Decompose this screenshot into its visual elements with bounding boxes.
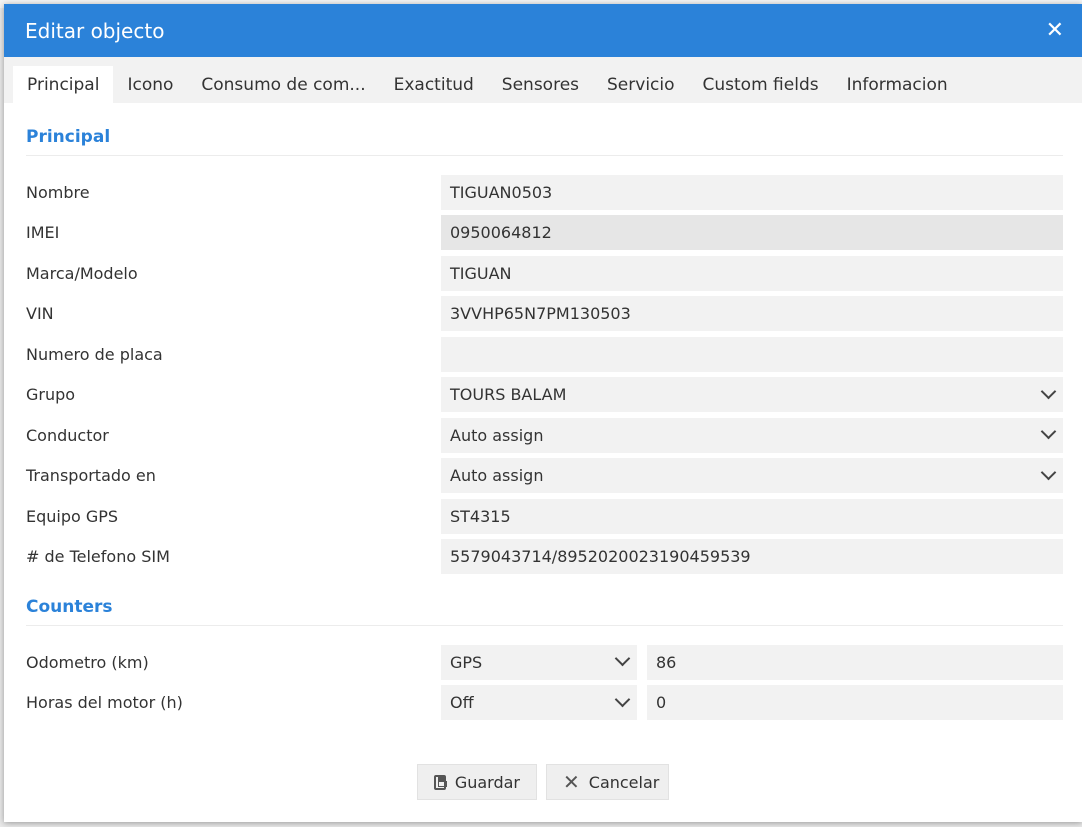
equipo-gps-input[interactable]: ST4315 xyxy=(441,498,1063,534)
odometro-source-value: GPS xyxy=(450,652,483,672)
tab-custom-fields[interactable]: Custom fields xyxy=(689,66,833,103)
section-title-principal: Principal xyxy=(26,103,1063,156)
save-icon xyxy=(434,774,447,790)
principal-fields: Nombre TIGUAN0503 IMEI 0950064812 Marca/… xyxy=(26,156,1063,577)
close-icon: ✕ xyxy=(563,770,580,794)
grupo-label: Grupo xyxy=(26,385,76,405)
form-row-grupo: Grupo TOURS BALAM xyxy=(26,375,1063,416)
horas-motor-label: Horas del motor (h) xyxy=(26,693,183,713)
equipo-gps-label: Equipo GPS xyxy=(26,506,119,526)
conductor-value: Auto assign xyxy=(450,425,544,445)
form-row-conductor: Conductor Auto assign xyxy=(26,415,1063,456)
odometro-source-select[interactable]: GPS xyxy=(441,644,637,680)
marca-modelo-label: Marca/Modelo xyxy=(26,263,138,283)
grupo-select[interactable]: TOURS BALAM xyxy=(441,377,1063,413)
chevron-down-icon xyxy=(1041,426,1055,440)
transportado-value: Auto assign xyxy=(450,466,544,486)
save-button-label: Guardar xyxy=(454,772,520,792)
tab-consumo[interactable]: Consumo de com... xyxy=(187,66,379,103)
vin-input[interactable]: 3VVHP65N7PM130503 xyxy=(441,296,1063,332)
form-row-marca-modelo: Marca/Modelo TIGUAN xyxy=(26,253,1063,294)
dialog-header: Editar objecto ✕ xyxy=(4,4,1082,57)
numero-placa-label: Numero de placa xyxy=(26,344,163,364)
marca-modelo-input[interactable]: TIGUAN xyxy=(441,255,1063,291)
form-row-equipo-gps: Equipo GPS ST4315 xyxy=(26,496,1063,537)
edit-object-dialog: Editar objecto ✕ Principal Icono Consumo… xyxy=(4,4,1082,822)
cancel-button[interactable]: ✕ Cancelar xyxy=(546,764,669,800)
telefono-sim-input[interactable]: 5579043714/8952020023190459539 xyxy=(441,539,1063,575)
counters-fields: Odometro (km) GPS 86 Horas del motor (h)… xyxy=(26,626,1063,723)
chevron-down-icon xyxy=(1041,467,1055,481)
tab-sensores[interactable]: Sensores xyxy=(488,66,593,103)
close-icon[interactable]: ✕ xyxy=(1046,19,1064,42)
section-title-counters: Counters xyxy=(26,577,1063,626)
form-row-horas-motor: Horas del motor (h) Off 0 xyxy=(26,683,1063,724)
horas-motor-controls: Off 0 xyxy=(441,685,1063,721)
form-row-telefono-sim: # de Telefono SIM 5579043714/89520200231… xyxy=(26,537,1063,578)
cancel-button-label: Cancelar xyxy=(588,772,660,792)
conductor-label: Conductor xyxy=(26,425,109,445)
odometro-input[interactable]: 86 xyxy=(647,644,1063,680)
form-row-nombre: Nombre TIGUAN0503 xyxy=(26,172,1063,213)
tab-principal[interactable]: Principal xyxy=(13,66,114,103)
tab-informacion[interactable]: Informacion xyxy=(833,66,962,103)
horas-motor-source-value: Off xyxy=(450,693,474,713)
chevron-down-icon xyxy=(615,653,629,667)
chevron-down-icon xyxy=(615,694,629,708)
horas-motor-input[interactable]: 0 xyxy=(647,685,1063,721)
numero-placa-input[interactable] xyxy=(441,336,1063,372)
save-button[interactable]: Guardar xyxy=(417,764,537,800)
conductor-select[interactable]: Auto assign xyxy=(441,417,1063,453)
tab-exactitud[interactable]: Exactitud xyxy=(380,66,488,103)
dialog-title: Editar objecto xyxy=(25,18,165,43)
dialog-content: Principal Nombre TIGUAN0503 IMEI 0950064… xyxy=(4,103,1082,723)
tab-icono[interactable]: Icono xyxy=(113,66,187,103)
form-row-vin: VIN 3VVHP65N7PM130503 xyxy=(26,294,1063,335)
horas-motor-source-select[interactable]: Off xyxy=(441,685,637,721)
dialog-actions: Guardar ✕ Cancelar xyxy=(4,764,1082,800)
nombre-label: Nombre xyxy=(26,182,90,202)
imei-input[interactable]: 0950064812 xyxy=(441,215,1063,251)
chevron-down-icon xyxy=(1041,386,1055,400)
imei-label: IMEI xyxy=(26,223,60,243)
nombre-input[interactable]: TIGUAN0503 xyxy=(441,174,1063,210)
transportado-select[interactable]: Auto assign xyxy=(441,458,1063,494)
odometro-controls: GPS 86 xyxy=(441,644,1063,680)
tab-bar: Principal Icono Consumo de com... Exacti… xyxy=(4,57,1082,103)
transportado-label: Transportado en xyxy=(26,466,156,486)
odometro-label: Odometro (km) xyxy=(26,652,149,672)
form-row-transportado: Transportado en Auto assign xyxy=(26,456,1063,497)
form-row-imei: IMEI 0950064812 xyxy=(26,213,1063,254)
telefono-sim-label: # de Telefono SIM xyxy=(26,547,170,567)
form-row-odometro: Odometro (km) GPS 86 xyxy=(26,642,1063,683)
vin-label: VIN xyxy=(26,304,54,324)
form-row-numero-placa: Numero de placa xyxy=(26,334,1063,375)
grupo-value: TOURS BALAM xyxy=(450,385,567,405)
tab-servicio[interactable]: Servicio xyxy=(593,66,689,103)
